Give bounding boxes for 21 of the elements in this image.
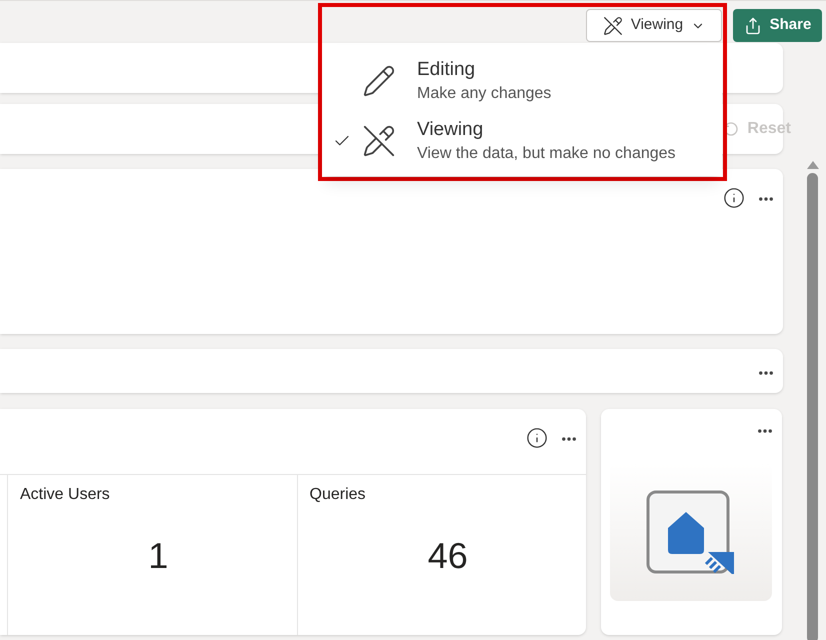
menu-item[interactable]: Viewing View the data, but make no changes bbox=[322, 111, 722, 171]
info-icon[interactable] bbox=[723, 187, 745, 209]
mode-dropdown-button[interactable]: Viewing bbox=[586, 9, 722, 42]
share-icon bbox=[744, 16, 762, 34]
menu-item[interactable]: Editing Make any changes bbox=[322, 51, 722, 111]
metric-label: Active Users bbox=[20, 485, 110, 505]
pencil-off-icon bbox=[602, 16, 623, 36]
metric-value: 46 bbox=[428, 534, 468, 578]
metric-label: Queries bbox=[310, 485, 366, 505]
info-icon[interactable] bbox=[526, 427, 548, 449]
menu-item-description: View the data, but make no changes bbox=[417, 144, 676, 164]
pencil-off-icon bbox=[362, 124, 396, 158]
menu-item-title: Viewing bbox=[417, 118, 484, 142]
share-button[interactable]: Share bbox=[733, 9, 822, 42]
metric-value: 1 bbox=[148, 534, 168, 578]
scrollbar[interactable] bbox=[805, 161, 820, 640]
menu-item-title: Editing bbox=[417, 58, 476, 82]
app-icon bbox=[646, 490, 736, 574]
pencil-icon bbox=[362, 64, 396, 98]
menu-item-description: Make any changes bbox=[417, 84, 552, 104]
scroll-up-icon bbox=[806, 161, 818, 169]
